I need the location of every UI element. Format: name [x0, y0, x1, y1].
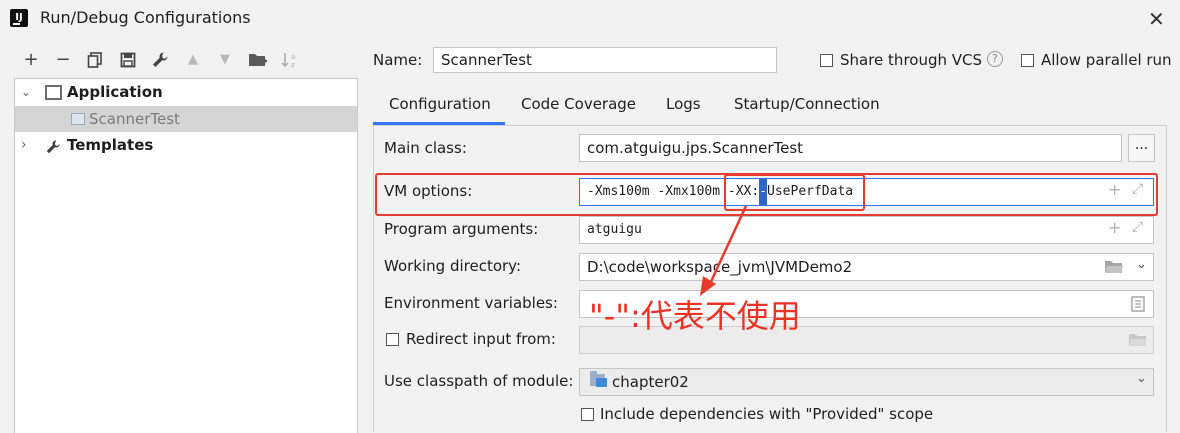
working-directory-label: Working directory: [384, 257, 522, 275]
copy-icon[interactable] [83, 48, 107, 72]
module-folder-icon [590, 371, 607, 387]
main-class-label: Main class: [384, 139, 467, 157]
edit-document-icon[interactable] [1131, 296, 1145, 316]
main-class-input[interactable]: com.atguigu.jps.ScannerTest [579, 134, 1122, 162]
program-arguments-input[interactable]: atguigu [579, 216, 1154, 244]
expand-fullscreen-icon[interactable]: ⤢ [1132, 219, 1143, 235]
configuration-tree[interactable]: ⌄ Application ScannerTest › Templates [14, 78, 358, 433]
move-down-icon[interactable]: ▼ [213, 48, 237, 72]
application-icon [45, 85, 62, 100]
tree-item-templates[interactable]: › Templates [15, 132, 357, 158]
remove-icon[interactable]: − [51, 48, 75, 72]
chevron-down-icon[interactable]: ⌄ [1136, 371, 1147, 386]
include-dependencies-label: Include dependencies with "Provided" sco… [600, 405, 934, 423]
tree-item-scanner-test[interactable]: ScannerTest [15, 106, 357, 132]
classpath-module-label: Use classpath of module: [384, 372, 574, 390]
classpath-module-select[interactable]: chapter02 [579, 368, 1154, 396]
move-up-icon[interactable]: ▲ [181, 48, 205, 72]
annotation-text: "-":代表不使用 [589, 297, 801, 335]
working-directory-input[interactable]: D:\code\workspace_jvm\JVMDemo2 [579, 253, 1154, 281]
sort-icon[interactable]: az [279, 48, 303, 72]
tree-item-templates-label: Templates [67, 136, 154, 154]
tab-code-coverage[interactable]: Code Coverage [521, 95, 636, 113]
redirect-input-checkbox[interactable] [386, 333, 399, 346]
share-vcs-label: Share through VCS [840, 51, 983, 69]
folder-icon[interactable] [1128, 332, 1148, 352]
add-icon[interactable]: + [19, 48, 43, 72]
browse-button[interactable]: ... [1128, 134, 1155, 162]
tree-item-application[interactable]: ⌄ Application [15, 79, 357, 105]
wrench-icon [45, 137, 61, 154]
annotation-arrow [700, 205, 748, 296]
program-arguments-label: Program arguments: [384, 220, 539, 238]
chevron-down-icon[interactable]: ⌄ [1136, 257, 1147, 272]
close-icon[interactable]: ✕ [1148, 7, 1165, 31]
intellij-logo-icon: IJ [10, 9, 28, 27]
wrench-icon[interactable] [148, 48, 172, 72]
redirect-input-label: Redirect input from: [406, 330, 556, 348]
run-config-icon [71, 113, 85, 125]
svg-text:a: a [291, 53, 295, 61]
name-label: Name: [373, 51, 423, 69]
name-input[interactable]: ScannerTest [433, 47, 777, 73]
window-title: Run/Debug Configurations [40, 8, 251, 27]
share-vcs-checkbox[interactable] [820, 54, 833, 67]
save-icon[interactable] [116, 48, 140, 72]
include-dependencies-checkbox[interactable] [581, 408, 594, 421]
environment-variables-label: Environment variables: [384, 294, 558, 312]
allow-parallel-label: Allow parallel run [1041, 51, 1172, 69]
allow-parallel-checkbox[interactable] [1021, 54, 1034, 67]
svg-text:z: z [291, 61, 295, 69]
chevron-right-icon[interactable]: › [21, 132, 27, 158]
new-folder-icon[interactable] [246, 48, 270, 72]
folder-icon[interactable] [1104, 259, 1124, 279]
tab-configuration[interactable]: Configuration [389, 95, 491, 113]
tree-item-application-label: Application [67, 83, 163, 101]
tree-item-scanner-test-label: ScannerTest [89, 110, 180, 128]
tab-startup-connection[interactable]: Startup/Connection [734, 95, 880, 113]
help-icon[interactable]: ? [987, 51, 1003, 67]
tab-logs[interactable]: Logs [666, 95, 701, 113]
chevron-down-icon[interactable]: ⌄ [21, 79, 31, 105]
expand-plus-icon[interactable]: + [1108, 218, 1121, 237]
